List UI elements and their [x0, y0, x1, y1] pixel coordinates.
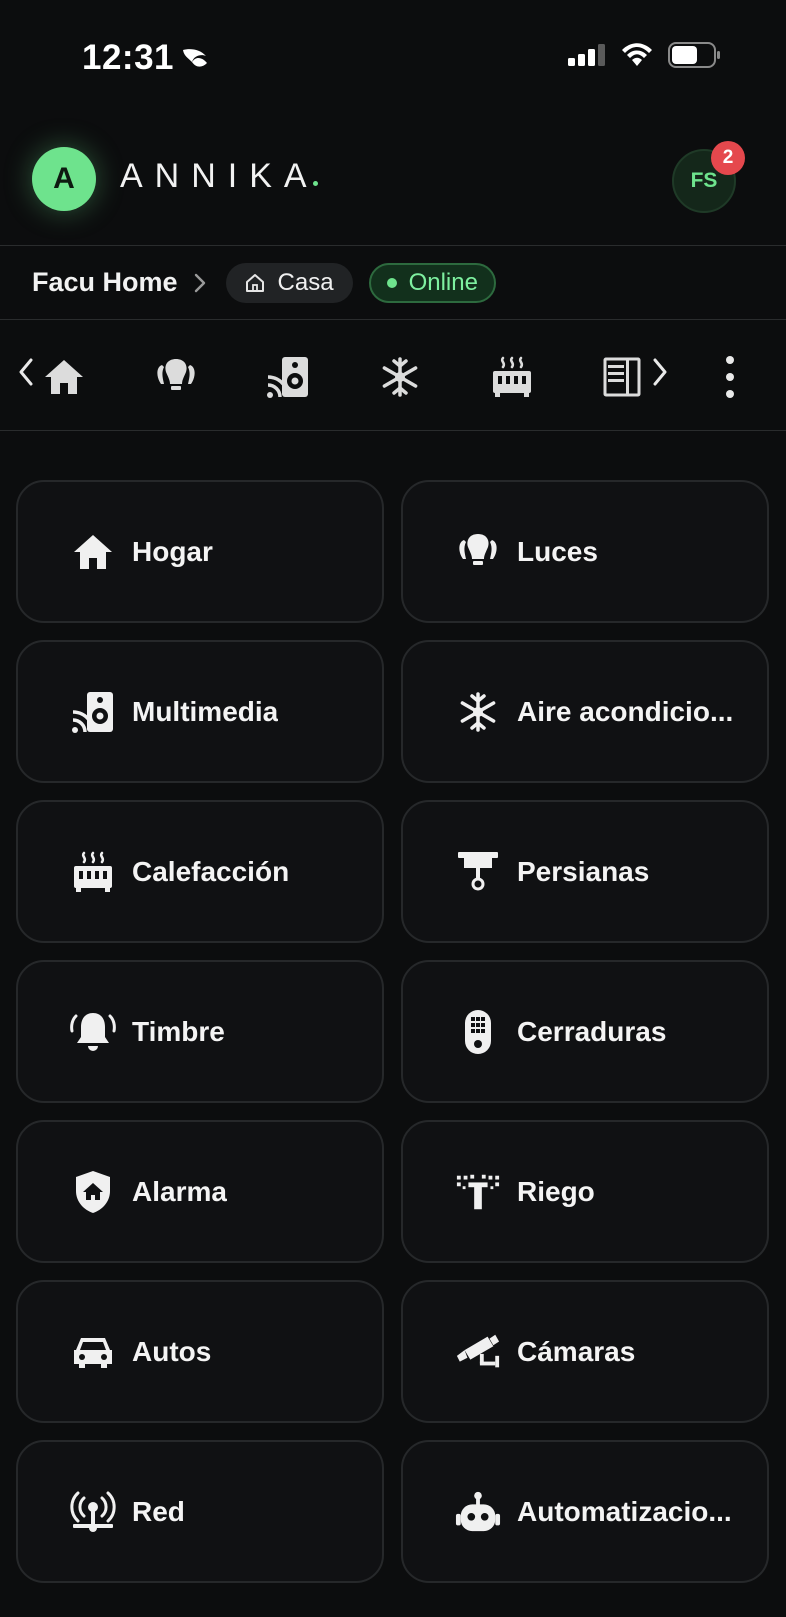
- battery-icon: [668, 42, 722, 68]
- category-card-aire-acondicionado[interactable]: Aire acondicio...: [401, 640, 769, 783]
- category-card-timbre[interactable]: Timbre: [16, 960, 384, 1103]
- category-card-automatizaciones[interactable]: Automatizacio...: [401, 1440, 769, 1583]
- tab-speaker-icon[interactable]: [266, 355, 310, 399]
- breadcrumb: Facu Home Casa Online: [0, 246, 786, 320]
- snowflake-icon: [455, 689, 501, 735]
- category-label: Autos: [132, 1335, 212, 1367]
- keypad-lock-icon: [455, 1009, 501, 1055]
- house-outline-icon: [244, 272, 266, 294]
- chevron-right-icon: [194, 273, 206, 293]
- online-status-label: Online: [408, 268, 478, 296]
- brand-logo: ANNIKA: [120, 157, 319, 195]
- home-name[interactable]: Facu Home: [32, 267, 178, 298]
- sleep-focus-icon: [180, 46, 210, 70]
- category-tab-bar: [0, 321, 786, 431]
- category-label: Riego: [517, 1175, 595, 1207]
- category-card-calefaccion[interactable]: Calefacción: [16, 800, 384, 943]
- category-label: Aire acondicio...: [517, 695, 734, 727]
- category-card-luces[interactable]: Luces: [401, 480, 769, 623]
- tab-blinds-icon[interactable]: [600, 355, 644, 399]
- online-dot-icon: [386, 277, 397, 288]
- tab-lightbulbs-icon[interactable]: [154, 355, 198, 399]
- speaker-icon: [70, 689, 116, 735]
- blinds-icon: [455, 849, 501, 895]
- home-avatar[interactable]: A: [32, 147, 96, 211]
- location-label: Casa: [277, 268, 334, 296]
- cctv-icon: [455, 1329, 501, 1375]
- status-time: 12:31: [82, 38, 210, 78]
- category-label: Cámaras: [517, 1335, 636, 1367]
- scroll-right-icon[interactable]: [652, 357, 668, 387]
- shield-home-icon: [70, 1169, 116, 1215]
- bell-icon: [70, 1009, 116, 1055]
- category-label: Hogar: [132, 535, 213, 567]
- category-label: Alarma: [132, 1175, 227, 1207]
- location-chip[interactable]: Casa: [225, 262, 353, 303]
- online-status-badge: Online: [368, 262, 496, 303]
- category-card-riego[interactable]: Riego: [401, 1120, 769, 1263]
- home-icon: [70, 529, 116, 575]
- tab-snowflake-icon[interactable]: [378, 355, 422, 399]
- tab-heater-icon[interactable]: [490, 355, 534, 399]
- robot-icon: [455, 1489, 501, 1535]
- category-label: Red: [132, 1495, 185, 1527]
- more-options-icon[interactable]: [720, 356, 740, 398]
- category-card-alarma[interactable]: Alarma: [16, 1120, 384, 1263]
- category-label: Calefacción: [132, 855, 290, 887]
- heater-icon: [70, 849, 116, 895]
- category-card-red[interactable]: Red: [16, 1440, 384, 1583]
- scroll-left-icon[interactable]: [18, 357, 34, 387]
- cellular-signal-icon: [568, 43, 606, 67]
- category-label: Luces: [517, 535, 598, 567]
- wifi-icon: [620, 42, 654, 68]
- network-icon: [70, 1489, 116, 1535]
- category-label: Persianas: [517, 855, 650, 887]
- brand-dot: [313, 181, 318, 186]
- category-label: Automatizacio...: [517, 1495, 732, 1527]
- category-label: Timbre: [132, 1015, 225, 1047]
- category-card-multimedia[interactable]: Multimedia: [16, 640, 384, 783]
- category-card-cerraduras[interactable]: Cerraduras: [401, 960, 769, 1103]
- category-card-autos[interactable]: Autos: [16, 1280, 384, 1423]
- clock-text: 12:31: [82, 38, 175, 77]
- tab-home-icon[interactable]: [42, 355, 86, 399]
- category-card-persianas[interactable]: Persianas: [401, 800, 769, 943]
- notification-badge: 2: [711, 141, 745, 175]
- status-bar: 12:31: [0, 0, 786, 120]
- category-grid: Hogar Luces Multimedia Aire acondicio...…: [16, 480, 770, 1583]
- sprinkler-icon: [455, 1169, 501, 1215]
- category-label: Multimedia: [132, 695, 279, 727]
- app-header: A ANNIKA FS 2: [0, 130, 786, 246]
- car-icon: [70, 1329, 116, 1375]
- category-label: Cerraduras: [517, 1015, 667, 1047]
- category-card-camaras[interactable]: Cámaras: [401, 1280, 769, 1423]
- lightbulbs-icon: [455, 529, 501, 575]
- category-card-hogar[interactable]: Hogar: [16, 480, 384, 623]
